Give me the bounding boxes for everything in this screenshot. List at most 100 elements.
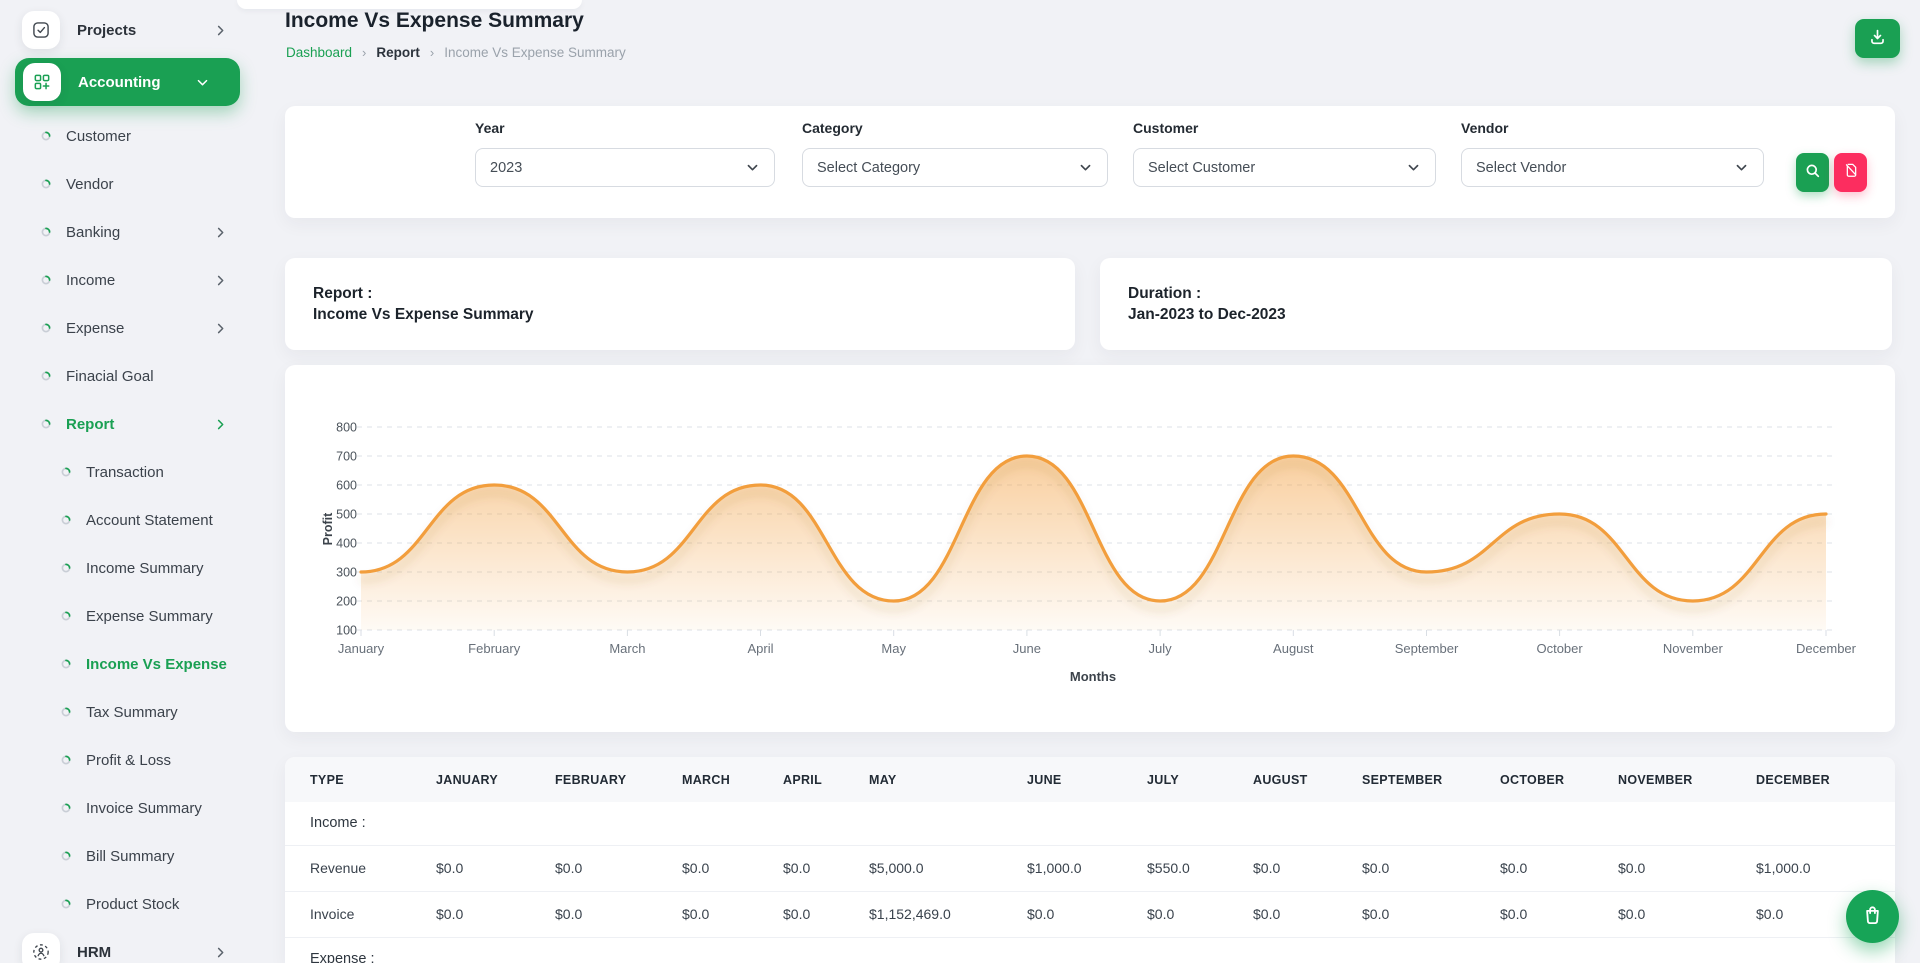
sidebar-item-label: Product Stock: [86, 896, 179, 913]
filter-group-customer: Customer Select Customer: [1133, 120, 1436, 187]
x-axis-tick-label: October: [1536, 641, 1583, 656]
sidebar-item-label: Accounting: [78, 74, 161, 91]
sidebar-item-hrm[interactable]: HRM: [0, 928, 258, 963]
table-section-row-income: Income :: [285, 802, 1895, 845]
shopping-bag-icon: [1861, 903, 1884, 931]
sidebar-item-label: Vendor: [66, 176, 114, 193]
cell-value: $0.0: [682, 891, 783, 937]
sidebar-item-label: Customer: [66, 128, 131, 145]
bullet-icon: [61, 755, 71, 765]
chevron-down-icon: [1734, 160, 1749, 175]
column-header-september: SEPTEMBER: [1362, 757, 1500, 802]
chevron-down-icon: [1078, 160, 1093, 175]
y-axis-tick-label: 600: [336, 479, 357, 493]
cell-value: $0.0: [555, 845, 682, 891]
breadcrumb-separator-icon: ›: [430, 45, 434, 60]
sidebar-item-label: Transaction: [86, 464, 164, 481]
filter-label: Vendor: [1461, 120, 1764, 136]
cell-value: $550.0: [1147, 845, 1253, 891]
x-axis-tick-label: September: [1395, 641, 1459, 656]
sidebar-item-accounting[interactable]: Accounting: [15, 58, 240, 106]
report-card-value: Income Vs Expense Summary: [313, 304, 1047, 325]
bullet-icon: [41, 371, 51, 381]
breadcrumb: Dashboard › Report › Income Vs Expense S…: [286, 45, 626, 60]
sidebar-item-income-summary[interactable]: Income Summary: [0, 544, 258, 592]
sidebar-item-finacial-goal[interactable]: Finacial Goal: [0, 352, 258, 400]
report-info-card: Report : Income Vs Expense Summary: [285, 258, 1075, 350]
row-label: Revenue: [285, 845, 436, 891]
sidebar-item-label: Bill Summary: [86, 848, 174, 865]
x-axis-tick-label: January: [338, 641, 385, 656]
y-axis-tick-label: 200: [336, 595, 357, 609]
filter-select-value: 2023: [490, 160, 522, 176]
filter-label: Year: [475, 120, 775, 136]
cell-value: $0.0: [1618, 845, 1756, 891]
column-header-june: JUNE: [1027, 757, 1147, 802]
sidebar-item-bill-summary[interactable]: Bill Summary: [0, 832, 258, 880]
cell-value: $0.0: [1362, 891, 1500, 937]
sidebar-item-account-statement[interactable]: Account Statement: [0, 496, 258, 544]
breadcrumb-report[interactable]: Report: [376, 45, 420, 60]
report-card-title: Report :: [313, 283, 1047, 304]
sidebar-item-label: Profit & Loss: [86, 752, 171, 769]
chevron-down-icon: [745, 160, 760, 175]
x-axis-tick-label: December: [1796, 641, 1857, 656]
bullet-icon: [41, 227, 51, 237]
filter-select-year[interactable]: 2023: [475, 148, 775, 187]
cell-value: $0.0: [1362, 845, 1500, 891]
bullet-icon: [61, 659, 71, 669]
sidebar-item-label: Banking: [66, 224, 120, 241]
filter-select-value: Select Category: [817, 160, 920, 176]
reset-filter-button[interactable]: [1834, 153, 1867, 192]
sidebar-item-label: Invoice Summary: [86, 800, 202, 817]
sidebar-item-tax-summary[interactable]: Tax Summary: [0, 688, 258, 736]
bullet-icon: [41, 275, 51, 285]
cell-value: $0.0: [436, 845, 555, 891]
sidebar-item-report[interactable]: Report: [0, 400, 258, 448]
chevron-right-icon: [213, 321, 228, 336]
sidebar-item-invoice-summary[interactable]: Invoice Summary: [0, 784, 258, 832]
sidebar-item-label: Expense: [66, 320, 124, 337]
row-label: Invoice: [285, 891, 436, 937]
table-row-revenue: Revenue$0.0$0.0$0.0$0.0$5,000.0$1,000.0$…: [285, 845, 1895, 891]
filter-select-category[interactable]: Select Category: [802, 148, 1108, 187]
bullet-icon: [41, 131, 51, 141]
breadcrumb-dashboard[interactable]: Dashboard: [286, 45, 352, 60]
filter-select-vendor[interactable]: Select Vendor: [1461, 148, 1764, 187]
bullet-icon: [61, 467, 71, 477]
sidebar-item-projects[interactable]: Projects: [0, 6, 258, 54]
sidebar-item-expense[interactable]: Expense: [0, 304, 258, 352]
download-button[interactable]: [1855, 19, 1900, 58]
filter-select-customer[interactable]: Select Customer: [1133, 148, 1436, 187]
bullet-icon: [61, 515, 71, 525]
bullet-icon: [41, 419, 51, 429]
y-axis-tick-label: 100: [336, 624, 357, 638]
sidebar-item-product-stock[interactable]: Product Stock: [0, 880, 258, 928]
sidebar-item-banking[interactable]: Banking: [0, 208, 258, 256]
cell-value: $5,000.0: [869, 845, 1027, 891]
bullet-icon: [41, 179, 51, 189]
sidebar-item-profit-loss[interactable]: Profit & Loss: [0, 736, 258, 784]
y-axis-tick-label: 700: [336, 450, 357, 464]
cell-value: $0.0: [1500, 845, 1618, 891]
cell-value: $0.0: [1618, 891, 1756, 937]
column-header-july: JULY: [1147, 757, 1253, 802]
shopping-bag-fab[interactable]: [1846, 890, 1899, 943]
sidebar-item-vendor[interactable]: Vendor: [0, 160, 258, 208]
sidebar-item-expense-summary[interactable]: Expense Summary: [0, 592, 258, 640]
x-axis-tick-label: June: [1013, 641, 1041, 656]
sidebar-item-income-vs-expense[interactable]: Income Vs Expense: [0, 640, 258, 688]
cell-value: $0.0: [555, 891, 682, 937]
profit-area-chart: 100200300400500600700800JanuaryFebruaryM…: [285, 365, 1895, 732]
x-axis-tick-label: August: [1273, 641, 1314, 656]
sidebar-item-income[interactable]: Income: [0, 256, 258, 304]
user-scan-icon: [22, 933, 60, 963]
filter-label: Customer: [1133, 120, 1436, 136]
bullet-icon: [61, 611, 71, 621]
search-button[interactable]: [1796, 153, 1829, 192]
sidebar-item-customer[interactable]: Customer: [0, 112, 258, 160]
sidebar-item-transaction[interactable]: Transaction: [0, 448, 258, 496]
income-expense-table: TYPEJANUARYFEBRUARYMARCHAPRILMAYJUNEJULY…: [285, 757, 1895, 963]
sidebar-item-label: Tax Summary: [86, 704, 178, 721]
filter-label: Category: [802, 120, 1108, 136]
